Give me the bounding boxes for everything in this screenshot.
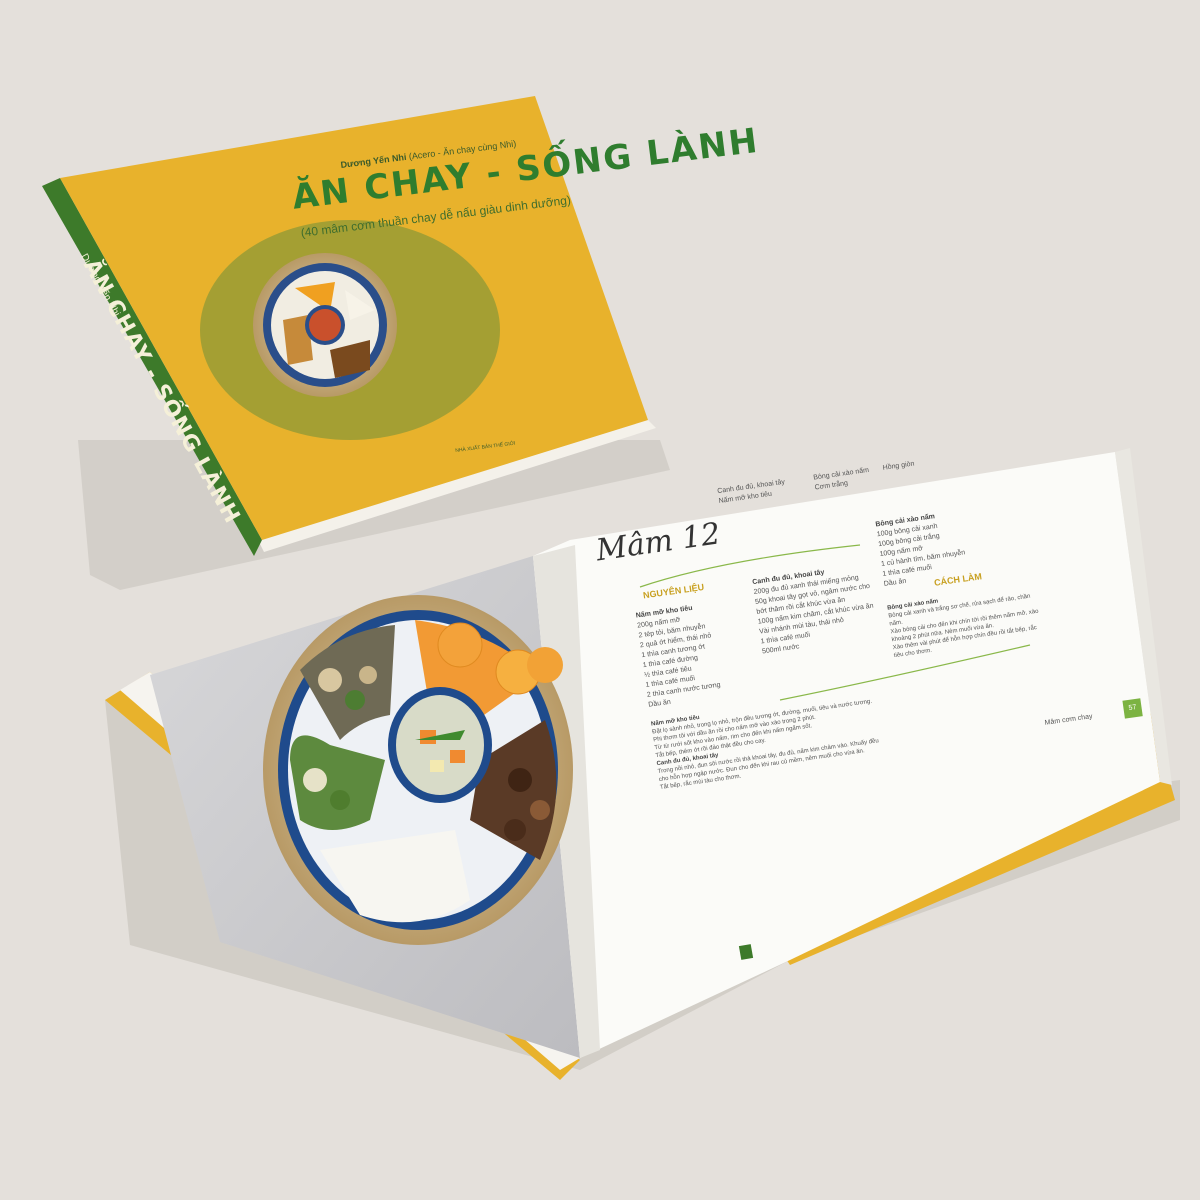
photo-food-plate xyxy=(263,595,573,945)
bookmark-ribbon xyxy=(738,944,754,960)
ingredients-column-1: Nấm mỡ kho tiêu 200g nấm mỡ 2 tép tỏi, b… xyxy=(635,601,722,710)
ingredients-column-2: Canh đu đủ, khoai tây 200g đu đủ xanh th… xyxy=(752,561,882,657)
closed-book: Dương Yến Nhi (Acero - Ăn chay cùng Nhi)… xyxy=(0,0,1200,620)
publisher-logo-text: NHÀ XUẤT BẢN THẾ GIỚI xyxy=(455,440,516,454)
spine-title: ĂN CHAY - SỐNG LÀNH xyxy=(78,255,245,529)
recipe-title: Mâm 12 xyxy=(594,516,723,569)
page-number: 57 xyxy=(1122,698,1143,719)
